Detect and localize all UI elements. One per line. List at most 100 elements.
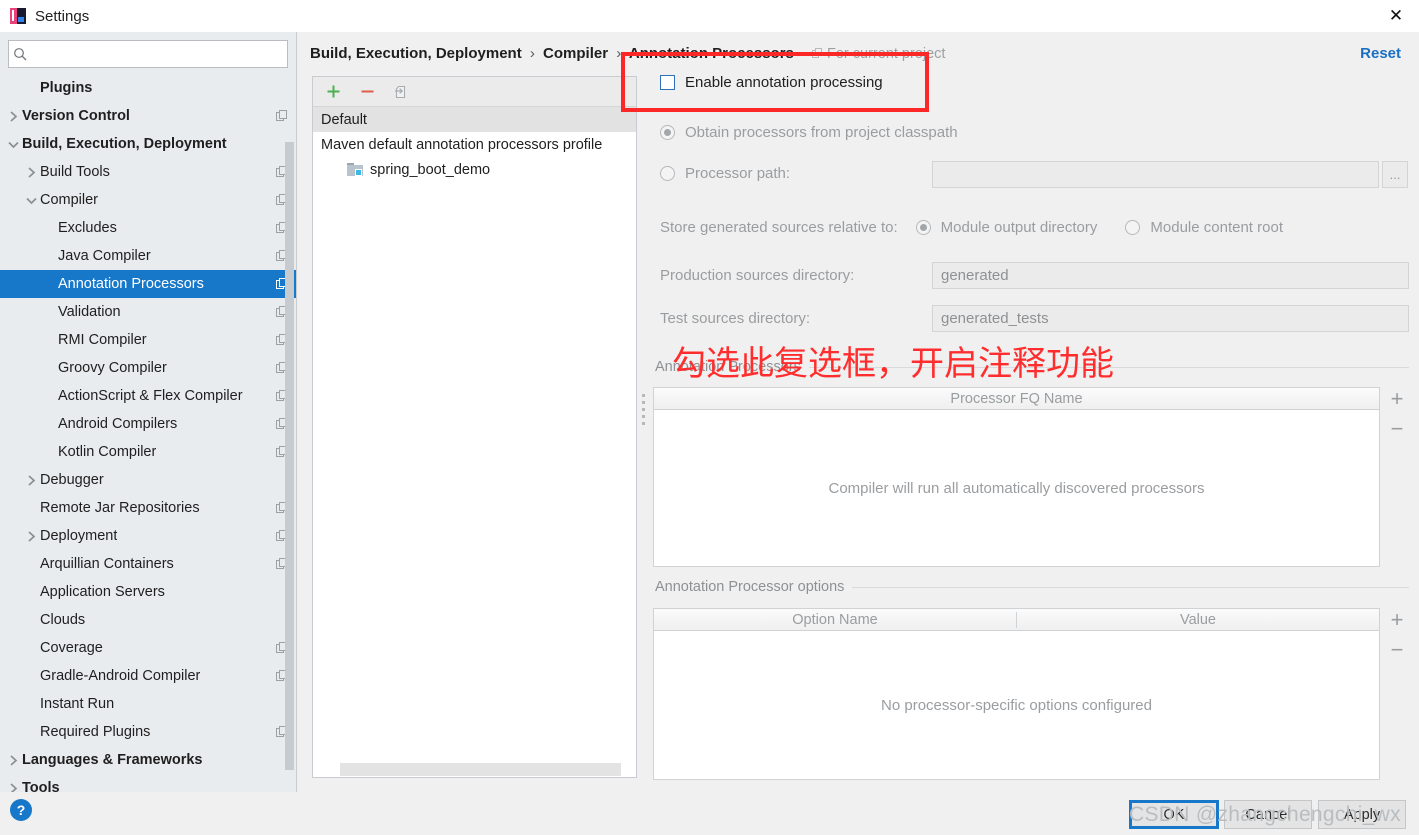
splitter-handle-icon: [642, 394, 646, 429]
remove-profile-button[interactable]: [356, 81, 378, 103]
chevron-right-icon[interactable]: [22, 530, 40, 543]
sidebar-item-version-control[interactable]: Version Control: [0, 102, 296, 130]
processors-table-col-0[interactable]: Processor FQ Name: [654, 391, 1379, 407]
chevron-down-icon[interactable]: [22, 196, 40, 205]
breadcrumb-separator: ›: [529, 45, 535, 62]
chevron-down-icon[interactable]: [4, 140, 22, 149]
options-table-actions: + −: [1382, 609, 1412, 661]
module-output-directory-radio[interactable]: [915, 220, 931, 235]
processor-path-radio[interactable]: [660, 166, 675, 181]
processor-path-row[interactable]: Processor path:: [660, 165, 790, 182]
profiles-hscrollbar-thumb[interactable]: [340, 763, 621, 776]
profiles-hscrollbar[interactable]: [314, 763, 621, 776]
sidebar-item-android-compilers[interactable]: Android Compilers: [0, 410, 296, 438]
chevron-right-icon[interactable]: [4, 110, 22, 123]
sidebar-item-application-servers[interactable]: Application Servers: [0, 578, 296, 606]
sidebar-item-required-plugins[interactable]: Required Plugins: [0, 718, 296, 746]
processors-table-header: Processor FQ Name: [654, 388, 1379, 410]
sidebar-item-excludes[interactable]: Excludes: [0, 214, 296, 242]
obtain-from-classpath-row[interactable]: Obtain processors from project classpath: [660, 124, 958, 141]
sidebar-item-deployment[interactable]: Deployment: [0, 522, 296, 550]
profile-row[interactable]: Default: [313, 107, 636, 132]
sidebar-scrollbar-thumb[interactable]: [285, 142, 294, 770]
sidebar-item-actionscript-flex-compiler[interactable]: ActionScript & Flex Compiler: [0, 382, 296, 410]
sidebar-item-build-tools[interactable]: Build Tools: [0, 158, 296, 186]
module-content-root-radio[interactable]: [1125, 220, 1141, 235]
close-icon[interactable]: ✕: [1373, 0, 1419, 32]
options-table[interactable]: Option Name Value No processor-specific …: [653, 608, 1380, 780]
window-titlebar: Settings ✕: [0, 0, 1419, 32]
sidebar-item-clouds[interactable]: Clouds: [0, 606, 296, 634]
settings-tree: Plugins Version Control Build, Execution, …: [0, 74, 296, 792]
sidebar-item-debugger[interactable]: Debugger: [0, 466, 296, 494]
sidebar-item-remote-jar-repositories[interactable]: Remote Jar Repositories: [0, 494, 296, 522]
chevron-right-icon[interactable]: [22, 166, 40, 179]
add-profile-button[interactable]: [322, 81, 344, 103]
sidebar-item-rmi-compiler[interactable]: RMI Compiler: [0, 326, 296, 354]
profiles-toolbar: [313, 77, 636, 107]
sidebar-item-groovy-compiler[interactable]: Groovy Compiler: [0, 354, 296, 382]
breadcrumb-crumb-1[interactable]: Build, Execution, Deployment: [310, 45, 522, 62]
ok-button[interactable]: OK: [1129, 800, 1219, 829]
processors-table-remove-button[interactable]: −: [1391, 418, 1404, 440]
profiles-panel: Default Maven default annotation processo…: [312, 76, 637, 778]
sidebar-item-label: Version Control: [22, 108, 130, 124]
sidebar-item-annotation-processors[interactable]: Annotation Processors: [0, 270, 296, 298]
profile-row-label: Default: [321, 111, 367, 128]
sidebar-item-instant-run[interactable]: Instant Run: [0, 690, 296, 718]
panel-splitter[interactable]: [637, 76, 651, 778]
sidebar-item-gradle-android-compiler[interactable]: Gradle-Android Compiler: [0, 662, 296, 690]
processors-table-empty-text: Compiler will run all automatically disc…: [828, 479, 1205, 497]
sidebar-item-label: Coverage: [40, 640, 103, 656]
sidebar-item-build-execution-deployment[interactable]: Build, Execution, Deployment: [0, 130, 296, 158]
options-table-add-button[interactable]: +: [1391, 609, 1404, 631]
options-table-remove-button[interactable]: −: [1391, 639, 1404, 661]
chevron-right-icon[interactable]: [4, 782, 22, 792]
sidebar-item-label: Debugger: [40, 472, 104, 488]
sidebar-item-label: Remote Jar Repositories: [40, 500, 200, 516]
sidebar-item-kotlin-compiler[interactable]: Kotlin Compiler: [0, 438, 296, 466]
sidebar-item-coverage[interactable]: Coverage: [0, 634, 296, 662]
sidebar-item-arquillian-containers[interactable]: Arquillian Containers: [0, 550, 296, 578]
options-table-col-0[interactable]: Option Name: [654, 612, 1016, 628]
sidebar-item-label: Tools: [22, 780, 60, 792]
chevron-right-icon[interactable]: [22, 474, 40, 487]
move-to-profile-icon[interactable]: [390, 81, 412, 103]
profile-module-row[interactable]: spring_boot_demo: [313, 157, 636, 182]
sidebar-item-languages-frameworks[interactable]: Languages & Frameworks: [0, 746, 296, 774]
sidebar-item-label: Deployment: [40, 528, 118, 544]
sidebar-item-label: Excludes: [58, 220, 117, 236]
search-input[interactable]: [31, 42, 287, 66]
processors-table[interactable]: Processor FQ Name Compiler will run all …: [653, 387, 1380, 567]
sidebar-item-java-compiler[interactable]: Java Compiler: [0, 242, 296, 270]
test-sources-input[interactable]: generated_tests: [932, 305, 1409, 332]
module-content-root-label: Module content root: [1150, 219, 1283, 236]
production-sources-input[interactable]: generated: [932, 262, 1409, 289]
apply-button[interactable]: Apply: [1318, 800, 1406, 829]
sidebar-item-plugins[interactable]: Plugins: [0, 74, 296, 102]
obtain-from-classpath-label: Obtain processors from project classpath: [685, 124, 958, 141]
processors-table-add-button[interactable]: +: [1391, 388, 1404, 410]
sidebar-item-label: Validation: [58, 304, 121, 320]
profile-row[interactable]: Maven default annotation processors prof…: [313, 132, 636, 157]
chevron-right-icon[interactable]: [4, 754, 22, 767]
obtain-from-classpath-radio[interactable]: [660, 125, 675, 140]
processor-path-input[interactable]: [932, 161, 1379, 188]
sidebar-scrollbar[interactable]: [285, 142, 294, 782]
enable-annotation-processing-checkbox[interactable]: [660, 75, 675, 90]
processor-path-browse-button[interactable]: ...: [1382, 161, 1408, 188]
test-sources-label: Test sources directory:: [660, 310, 811, 327]
window-title: Settings: [35, 7, 90, 25]
sidebar-item-label: ActionScript & Flex Compiler: [58, 388, 243, 404]
help-icon[interactable]: ?: [10, 799, 32, 821]
sidebar-item-compiler[interactable]: Compiler: [0, 186, 296, 214]
options-table-col-1[interactable]: Value: [1016, 611, 1379, 628]
breadcrumb-crumb-2[interactable]: Compiler: [543, 45, 608, 62]
search-box[interactable]: [8, 40, 288, 68]
sidebar-item-tools[interactable]: Tools: [0, 774, 296, 792]
project-scope-icon: [276, 110, 288, 122]
sidebar-item-validation[interactable]: Validation: [0, 298, 296, 326]
settings-sidebar: Plugins Version Control Build, Execution, …: [0, 32, 297, 792]
enable-annotation-processing-row[interactable]: Enable annotation processing: [660, 74, 883, 91]
cancel-button[interactable]: Cancel: [1224, 800, 1312, 829]
